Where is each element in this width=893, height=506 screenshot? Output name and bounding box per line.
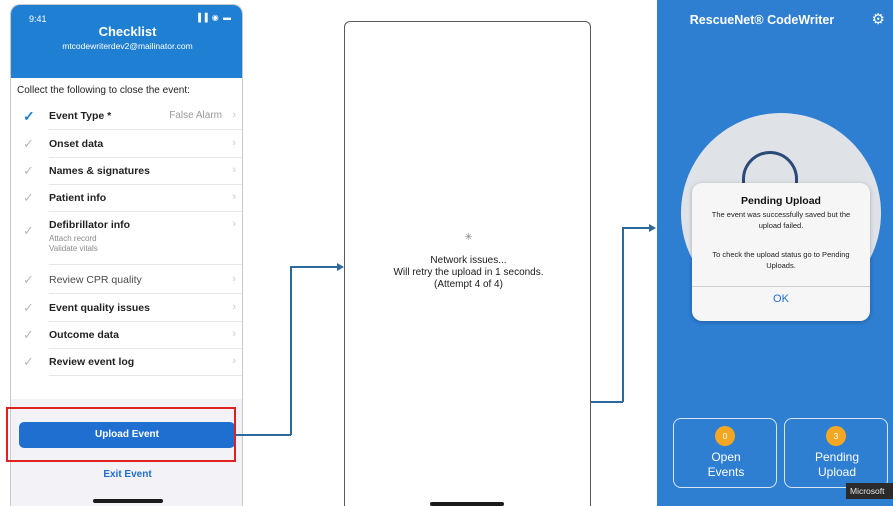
chevron-right-icon: › xyxy=(232,191,236,203)
count-badge: 0 xyxy=(715,426,735,446)
checkmark-icon: ✓ xyxy=(23,300,34,315)
connector-line xyxy=(622,227,650,229)
checklist-item-event-quality-issues[interactable]: ✓ Event quality issues › xyxy=(11,296,242,322)
connector-line xyxy=(290,266,338,268)
pending-upload-tile[interactable]: 3 Pending Upload xyxy=(784,418,888,488)
dialog-hint: To check the upload status go to Pending… xyxy=(712,250,850,270)
checkmark-icon: ✓ xyxy=(23,108,35,124)
checklist-item-label: Defibrillator info xyxy=(49,219,131,231)
connector-line xyxy=(236,434,291,436)
account-email: mtcodewriterdev2@mailinator.com xyxy=(62,41,193,51)
chevron-right-icon: › xyxy=(232,137,236,149)
dialog-divider xyxy=(692,286,870,287)
dialog-message: The event was successfully saved but the… xyxy=(711,210,851,230)
status-icons: ▐▐ ◉ ▬ xyxy=(195,13,232,22)
checkmark-icon: ✓ xyxy=(23,223,34,238)
connector-line xyxy=(622,227,624,402)
chevron-right-icon: › xyxy=(232,218,236,230)
chevron-right-icon: › xyxy=(232,355,236,367)
checklist-item-label: Onset data xyxy=(49,138,104,150)
arrow-right-icon xyxy=(649,224,656,232)
checklist-item-onset-data[interactable]: ✓ Onset data › xyxy=(11,132,242,158)
corner-tag: Microsoft xyxy=(846,483,893,499)
checklist-item-value: False Alarm xyxy=(169,110,222,121)
checklist-item-label: Outcome data xyxy=(49,329,120,341)
attempt-message: (Attempt 4 of 4) xyxy=(434,279,503,290)
checkmark-icon: ✓ xyxy=(23,163,34,178)
tile-label-line1: Pending xyxy=(814,450,860,464)
rescuenet-phone: RescueNet® CodeWriter ⚙ Pending Upload T… xyxy=(657,0,893,506)
page-title: Checklist xyxy=(98,24,157,39)
checklist-item-outcome-data[interactable]: ✓ Outcome data › xyxy=(11,323,242,349)
checklist-item-names-signatures[interactable]: ✓ Names & signatures › xyxy=(11,159,242,185)
checklist-item-label: Review CPR quality xyxy=(49,274,142,286)
home-indicator xyxy=(430,502,504,506)
tile-label-line2: Upload xyxy=(817,465,857,479)
arrow-right-icon xyxy=(337,263,344,271)
count-badge: 3 xyxy=(826,426,846,446)
chevron-right-icon: › xyxy=(232,328,236,340)
checkmark-icon: ✓ xyxy=(23,136,34,151)
network-issue-message: Network issues... xyxy=(430,255,507,266)
checklist-item-label: Event Type * xyxy=(49,110,112,122)
retry-message: Will retry the upload in 1 seconds. xyxy=(393,267,544,278)
checklist-item-defibrillator-info[interactable]: ✓ Defibrillator info Attach record Valid… xyxy=(11,213,242,265)
open-events-tile[interactable]: 0 Open Events xyxy=(673,418,777,488)
checklist-item-label: Patient info xyxy=(49,192,107,204)
connector-line xyxy=(290,266,292,435)
checklist-item-label: Review event log xyxy=(49,356,135,368)
upload-highlight-box xyxy=(6,407,236,462)
checklist-item-patient-info[interactable]: ✓ Patient info › xyxy=(11,186,242,212)
checklist-item-review-event-log[interactable]: ✓ Review event log › xyxy=(11,350,242,376)
network-phone: ✳ Network issues... Will retry the uploa… xyxy=(344,21,591,506)
checklist-item-subline: Validate vitals xyxy=(49,244,98,253)
chevron-right-icon: › xyxy=(232,109,236,121)
checklist-header: 9:41 ▐▐ ◉ ▬ Checklist mtcodewriterdev2@m… xyxy=(11,5,242,78)
connector-line xyxy=(591,401,623,403)
checkmark-icon: ✓ xyxy=(23,327,34,342)
dialog-title: Pending Upload xyxy=(741,195,821,207)
checklist-item-subline: Attach record xyxy=(49,234,97,243)
tile-label-line2: Events xyxy=(707,465,745,479)
checklist-intro: Collect the following to close the event… xyxy=(17,85,190,96)
gear-icon[interactable]: ⚙ xyxy=(872,10,885,28)
home-indicator xyxy=(93,499,163,503)
pending-upload-dialog: Pending Upload The event was successfull… xyxy=(692,183,870,321)
ok-button[interactable]: OK xyxy=(692,293,870,305)
checklist-item-label: Event quality issues xyxy=(49,302,150,314)
tile-label-line1: Open xyxy=(711,450,741,464)
loading-spinner-icon: ✳ xyxy=(464,232,473,243)
checkmark-icon: ✓ xyxy=(23,354,34,369)
chevron-right-icon: › xyxy=(232,164,236,176)
checkmark-icon: ✓ xyxy=(23,190,34,205)
checklist-item-event-type[interactable]: ✓ Event Type * False Alarm › xyxy=(11,104,242,130)
checkmark-icon: ✓ xyxy=(23,272,34,287)
app-title: RescueNet® CodeWriter xyxy=(689,13,835,27)
exit-event-button[interactable]: Exit Event xyxy=(11,469,242,480)
checklist-item-review-cpr-quality[interactable]: ✓ Review CPR quality › xyxy=(11,268,242,294)
checklist-item-label: Names & signatures xyxy=(49,165,150,177)
status-time: 9:41 xyxy=(29,14,47,24)
chevron-right-icon: › xyxy=(232,273,236,285)
chevron-right-icon: › xyxy=(232,301,236,313)
